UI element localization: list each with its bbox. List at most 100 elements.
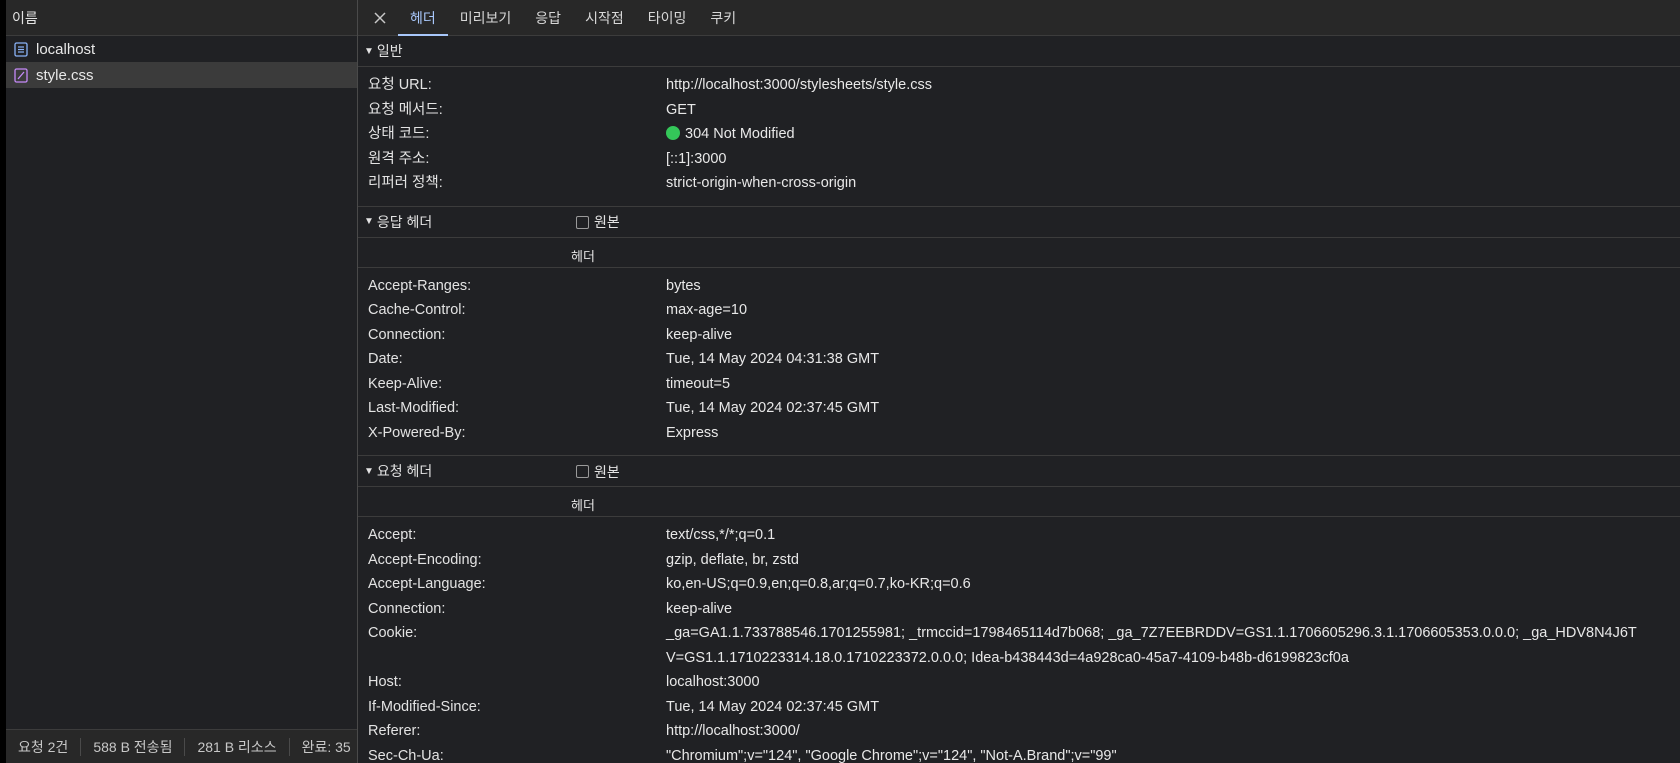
header-key: Connection: [368,326,446,343]
close-icon [374,11,386,24]
header-key: Last-Modified: [368,400,460,416]
response-headers-section-header[interactable]: ▼ 응답 헤더 원본 [358,207,1680,238]
tab-response[interactable]: 응답 [523,0,573,35]
header-value: Tue, 14 May 2024 02:37:45 GMT [666,400,880,416]
section-title: 요청 헤더 [376,463,433,479]
status-code-text: 304 Not Modified [685,126,795,142]
header-value: http://localhost:3000/ [666,723,800,739]
header-key: 요청 URL: [368,77,432,93]
header-row: If-Modified-Since: Tue, 14 May 2024 02:37… [358,695,1680,720]
header-key: 상태 코드: [368,126,430,142]
header-row: Host: localhost:3000 [358,670,1680,695]
header-row: Accept: text/css,*/*;q=0.1 [358,523,1680,548]
header-value: Express [666,424,719,441]
raw-label: 원본 [594,463,620,480]
header-row: Date: Tue, 14 May 2024 04:31:38 GMT [358,347,1680,372]
request-row-localhost[interactable]: localhost [6,36,357,62]
general-section: 요청 URL: http://localhost:3000/stylesheet… [358,67,1680,207]
header-value: localhost:3000 [666,674,760,690]
request-headers-section-header[interactable]: ▼ 요청 헤더 원본 [358,456,1680,487]
request-raw-toggle[interactable]: 원본 [576,456,620,487]
network-summary-bar: 요청 2건 588 B 전송됨 281 B 리소스 완료: 35 [6,729,357,763]
resources-size: 281 B 리소스 [185,737,290,756]
header-row: Accept-Language: ko,en-US;q=0.9,en;q=0.8,… [358,572,1680,597]
header-value: Tue, 14 May 2024 02:37:45 GMT [666,698,880,715]
header-key: 원격 주소: [368,150,430,167]
raw-label: 원본 [594,214,620,230]
collapse-triangle-icon: ▼ [364,216,374,227]
response-raw-toggle[interactable]: 원본 [576,207,620,238]
header-key: Cache-Control: [368,302,466,318]
devtools-network-panel: 이름 localhost style.css 요청 2건 588 B 전송됨 2… [0,0,1680,763]
header-row: X-Powered-By: Express [358,421,1680,446]
name-column-label: 이름 [12,9,38,26]
general-section-header[interactable]: ▼ 일반 [358,36,1680,67]
header-key: Accept: [368,527,417,543]
header-value: Tue, 14 May 2024 04:31:38 GMT [666,351,880,367]
tab-headers[interactable]: 헤더 [398,0,448,36]
name-column-header[interactable]: 이름 [6,0,357,36]
header-row: 요청 URL: http://localhost:3000/stylesheet… [358,73,1680,98]
details-tab-bar: 헤더 미리보기 응답 시작점 타이밍 쿠키 [358,0,1680,36]
header-value: keep-alive [666,600,733,617]
raw-checkbox[interactable] [576,215,589,229]
header-value: ko,en-US;q=0.9,en;q=0.8,ar;q=0.7,ko-KR;q… [666,576,971,592]
request-headers-section: Accept: text/css,*/*;q=0.1 Accept-Encoding… [358,517,1680,763]
header-value: "Chromium";v="124", "Google Chrome";v="1… [666,747,1117,763]
close-details-button[interactable] [362,0,398,35]
header-value: timeout=5 [666,375,731,392]
header-value: max-age=10 [666,302,748,318]
header-value: gzip, deflate, br, zstd [666,551,799,568]
header-key: Accept-Language: [368,576,486,592]
header-value: http://localhost:3000/stylesheets/style.… [666,77,932,93]
header-value: [::1]:3000 [666,150,727,167]
header-key: Accept-Ranges: [368,277,472,294]
collapse-triangle-icon: ▼ [364,465,374,477]
tab-timing[interactable]: 타이밍 [636,0,699,35]
header-key: Sec-Ch-Ua: [368,747,444,763]
header-key: Date: [368,351,403,367]
header-value: _ga=GA1.1.733788546.1701255981; _trmccid… [666,625,1637,666]
tab-cookies[interactable]: 쿠키 [698,0,748,35]
raw-checkbox[interactable] [576,465,589,478]
request-row-style-css[interactable]: style.css [6,62,357,88]
status-ok-dot-icon [666,126,680,140]
header-value: GET [666,101,696,118]
transferred-size: 588 B 전송됨 [81,737,186,756]
header-row: Cookie: _ga=GA1.1.733788546.1701255981; _… [358,621,1680,670]
header-row: 리퍼러 정책: strict-origin-when-cross-origin [358,171,1680,196]
section-title: 응답 헤더 [376,213,433,230]
request-name: localhost [36,40,96,58]
header-row: Sec-Ch-Ua: "Chromium";v="124", "Google Ch… [358,744,1680,763]
request-details-panel: 헤더 미리보기 응답 시작점 타이밍 쿠키 ▼ 일반 요청 URL: http:… [358,0,1680,763]
header-value: text/css,*/*;q=0.1 [666,527,776,543]
response-headers-section: Accept-Ranges: bytes Cache-Control: max-age… [358,268,1680,456]
finish-time: 완료: 35 [301,738,351,755]
header-key: 리퍼러 정책: [368,175,443,191]
header-row: Cache-Control: max-age=10 [358,298,1680,323]
header-key: Connection: [368,600,446,617]
tab-preview[interactable]: 미리보기 [448,0,524,35]
request-list-panel: 이름 localhost style.css 요청 2건 588 B 전송됨 2… [6,0,357,763]
header-key: 요청 메서드: [368,101,443,118]
response-headers-column-header: 헤더 [358,238,1680,268]
header-key: Host: [368,674,402,690]
tab-initiator[interactable]: 시작점 [573,0,636,35]
stylesheet-icon [14,67,28,83]
header-row: Accept-Ranges: bytes [358,274,1680,299]
column-label: 헤더 [571,498,595,513]
header-key: Cookie: [368,625,418,641]
header-value: 304 Not Modified [666,122,1680,147]
header-key: X-Powered-By: [368,424,466,441]
header-key: Accept-Encoding: [368,551,482,568]
header-value: strict-origin-when-cross-origin [666,175,857,191]
request-headers-column-header: 헤더 [358,487,1680,517]
column-label: 헤더 [571,248,595,264]
header-row: Connection: keep-alive [358,323,1680,348]
document-icon [14,41,28,57]
collapse-triangle-icon: ▼ [364,45,374,57]
header-value: keep-alive [666,326,733,343]
request-count: 요청 2건 [6,737,82,756]
header-row: Keep-Alive: timeout=5 [358,372,1680,397]
header-value: bytes [666,277,701,294]
